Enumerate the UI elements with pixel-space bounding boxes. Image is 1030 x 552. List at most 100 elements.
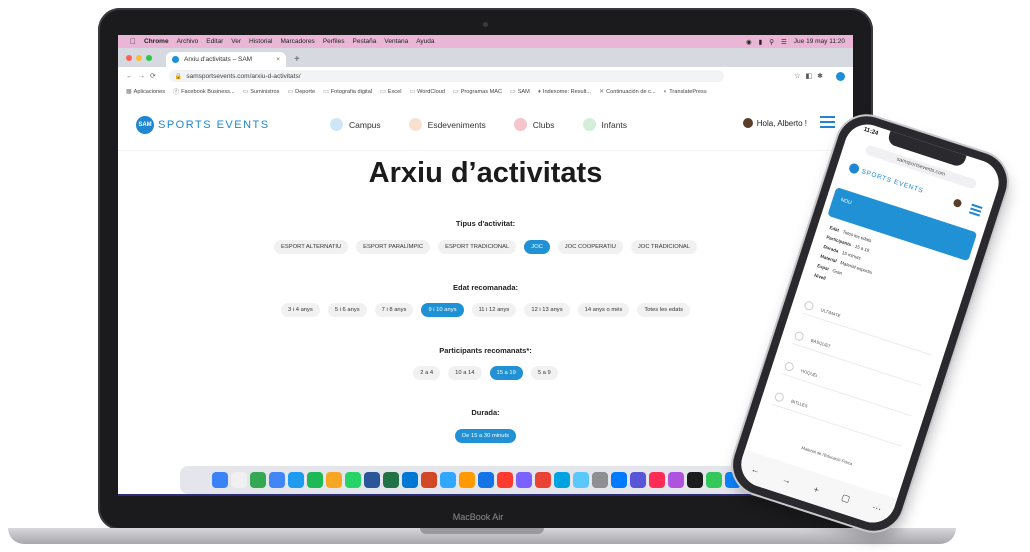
app-icon[interactable] xyxy=(630,472,646,488)
bookmark-item[interactable]: ▦ Aplicaciones xyxy=(126,88,165,96)
nav-buttons[interactable]: ←→⟳ xyxy=(126,72,161,80)
bookmark-item[interactable]: ▭ Excel xyxy=(380,88,401,96)
app-icon[interactable] xyxy=(497,472,513,488)
back-icon[interactable]: ← xyxy=(750,463,762,475)
word-icon[interactable] xyxy=(364,472,380,488)
filter-pill[interactable]: Totes les edats xyxy=(637,303,690,317)
bookmark-item[interactable]: ✕ Continuación de c... xyxy=(599,88,655,96)
hamburger-menu-icon[interactable] xyxy=(968,203,983,219)
menubar-clock[interactable]: Jue 19 may 11:20 xyxy=(794,38,845,45)
calendar-icon[interactable] xyxy=(231,472,247,488)
site-logo[interactable]: SAM SPORTS EVENTS xyxy=(136,116,270,134)
filter-pill[interactable]: 12 i 13 anys xyxy=(524,303,570,317)
tabs-icon[interactable]: ▢ xyxy=(840,492,851,505)
new-tab-icon[interactable]: + xyxy=(294,54,300,65)
menu-item[interactable]: Archivo xyxy=(177,38,199,45)
menu-item[interactable]: Pestaña xyxy=(353,38,377,45)
app-icon[interactable] xyxy=(611,472,627,488)
powerpoint-icon[interactable] xyxy=(421,472,437,488)
filter-pill-selected[interactable]: De 15 a 30 minuts xyxy=(454,429,517,443)
bookmark-item[interactable]: ▭ WordCloud xyxy=(409,88,445,96)
hamburger-menu-icon[interactable] xyxy=(820,116,835,131)
outlook-icon[interactable] xyxy=(402,472,418,488)
nav-item-campus[interactable]: Campus xyxy=(330,118,381,131)
close-window-icon[interactable] xyxy=(126,55,132,61)
forward-icon[interactable]: → xyxy=(781,473,793,485)
filter-pill[interactable]: 5 a 9 xyxy=(530,366,558,380)
filter-pill[interactable]: JOC TRADICIONAL xyxy=(630,240,697,254)
app-icon[interactable] xyxy=(554,472,570,488)
menu-item[interactable]: Editar xyxy=(206,38,223,45)
filter-pill[interactable]: ESPORT TRADICIONAL xyxy=(438,240,517,254)
address-bar[interactable]: 🔒 samsportsevents.com/arxiu-d-activitats… xyxy=(168,70,724,82)
browser-tab[interactable]: Arxiu d'activitats – SAM × xyxy=(166,52,286,67)
bookmark-item[interactable]: ♦ Indexome: Result... xyxy=(538,89,591,95)
filter-pill[interactable]: 3 i 4 anys xyxy=(281,303,320,317)
app-icon[interactable] xyxy=(573,472,589,488)
more-icon[interactable]: ⋯ xyxy=(871,502,883,515)
filter-pill[interactable]: 7 i 8 anys xyxy=(374,303,414,317)
spotify-icon[interactable] xyxy=(307,472,323,488)
filter-pill[interactable]: 14 anys o més xyxy=(577,303,630,317)
user-menu[interactable]: Hola, Alberto ! xyxy=(742,118,807,128)
app-icon[interactable] xyxy=(535,472,551,488)
illustrator-icon[interactable] xyxy=(459,472,475,488)
filter-pill-selected[interactable]: 9 i 10 anys xyxy=(421,303,464,317)
nav-item-clubs[interactable]: Clubs xyxy=(513,118,555,131)
bookmark-item[interactable]: ▭ Deporte xyxy=(287,88,315,96)
photoshop-icon[interactable] xyxy=(440,472,456,488)
search-icon[interactable]: ⚲ xyxy=(769,38,774,46)
whatsapp-icon[interactable] xyxy=(345,472,361,488)
app-icon[interactable] xyxy=(478,472,494,488)
menu-item[interactable]: Ventana xyxy=(384,38,408,45)
filter-pill[interactable]: 2 a 4 xyxy=(413,366,441,380)
excel-icon[interactable] xyxy=(383,472,399,488)
terminal-icon[interactable] xyxy=(687,472,703,488)
bookmark-item[interactable]: ▭ Suministros xyxy=(243,88,280,96)
bookmark-item[interactable]: ▭ Fotografia digital xyxy=(323,88,372,96)
app-icon[interactable] xyxy=(516,472,532,488)
menu-item[interactable]: Marcadores xyxy=(280,38,314,45)
battery-icon[interactable]: ▮ xyxy=(759,38,763,46)
filter-pill-selected[interactable]: JOC xyxy=(524,240,550,254)
app-store-icon[interactable] xyxy=(288,472,304,488)
avatar[interactable] xyxy=(952,198,963,209)
nav-item-esdeveniments[interactable]: Esdeveniments xyxy=(408,118,486,131)
control-center-icon[interactable]: ☰ xyxy=(781,38,787,46)
bookmark-item[interactable]: ▭ SAM xyxy=(510,88,530,96)
apple-icon[interactable]:  xyxy=(130,37,136,46)
wifi-icon[interactable]: ◉ xyxy=(746,38,752,46)
app-icon[interactable] xyxy=(706,472,722,488)
bookmark-item[interactable]: ⓕ Facebook Business... xyxy=(173,87,235,97)
filter-pill[interactable]: 5 i 6 anys xyxy=(327,303,367,317)
nav-item-infants[interactable]: Infants xyxy=(582,118,627,131)
chrome-icon[interactable] xyxy=(269,472,285,488)
add-tab-icon[interactable]: + xyxy=(812,483,820,494)
bookmark-item[interactable]: ◐ TranslatePress xyxy=(664,89,707,95)
zoom-window-icon[interactable] xyxy=(146,55,152,61)
camera xyxy=(483,22,488,27)
profile-avatar-icon[interactable] xyxy=(836,71,845,81)
filter-pill[interactable]: 10 a 14 xyxy=(448,366,482,380)
menu-item[interactable]: Perfiles xyxy=(323,38,345,45)
filter-pill[interactable]: ESPORT PARALÍMPIC xyxy=(356,240,431,254)
menu-app-name[interactable]: Chrome xyxy=(144,38,169,45)
app-icon[interactable] xyxy=(649,472,665,488)
app-icon[interactable] xyxy=(250,472,266,488)
settings-icon[interactable] xyxy=(592,472,608,488)
lock-icon[interactable]: 🔒 xyxy=(175,73,182,80)
filter-pill[interactable]: JOC COOPERATIU xyxy=(557,240,623,254)
filter-pill[interactable]: ESPORT ALTERNATIU xyxy=(274,240,349,254)
minimize-window-icon[interactable] xyxy=(136,55,142,61)
extensions-icon[interactable]: ☆◧✱ xyxy=(794,72,828,80)
app-icon[interactable] xyxy=(668,472,684,488)
menu-item[interactable]: Ayuda xyxy=(416,38,434,45)
filter-pill-selected[interactable]: 15 a 19 xyxy=(489,366,523,380)
app-icon[interactable] xyxy=(326,472,342,488)
finder-icon[interactable] xyxy=(212,472,228,488)
filter-pill[interactable]: 11 i 12 anys xyxy=(471,303,517,317)
bookmark-item[interactable]: ▭ Programas MAC xyxy=(453,88,502,96)
menu-item[interactable]: Historial xyxy=(249,38,272,45)
menu-item[interactable]: Ver xyxy=(231,38,241,45)
close-tab-icon[interactable]: × xyxy=(276,56,280,63)
